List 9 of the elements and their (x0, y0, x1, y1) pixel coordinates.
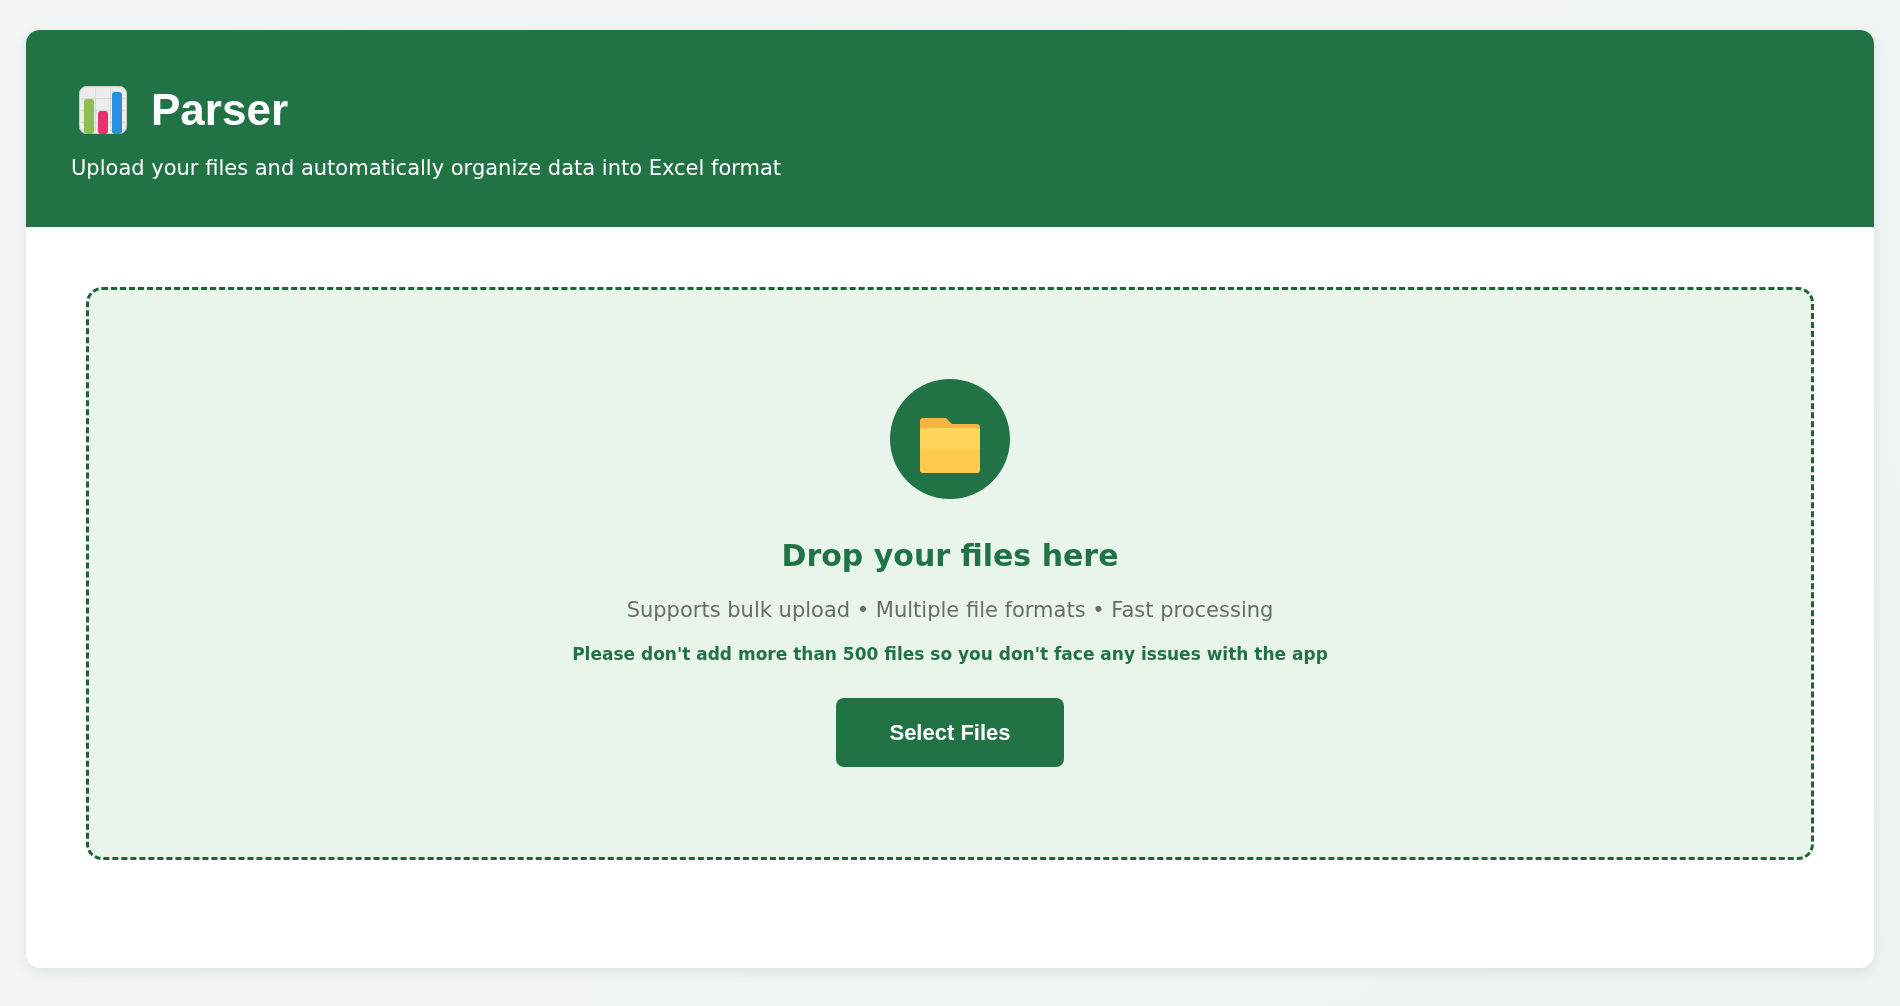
drop-zone[interactable]: Drop your files here Supports bulk upload • Multiple file formats • Fast processing Please don't add more than 500 files so you don't face any issues with the app Select Files (86, 287, 1814, 860)
warning-text: Please don't add more than 500 files so you don't face any issues with the app (572, 643, 1328, 666)
folder-icon (890, 379, 1010, 499)
app-subtitle: Upload your files and automatically organize data into Excel format (71, 155, 783, 182)
app-title: Parser (151, 86, 288, 134)
features-text: Supports bulk upload • Multiple file formats • Fast processing (626, 597, 1274, 624)
bar-chart-icon (79, 86, 127, 134)
drop-heading: Drop your files here (781, 537, 1119, 575)
select-files-button[interactable]: Select Files (836, 698, 1064, 767)
